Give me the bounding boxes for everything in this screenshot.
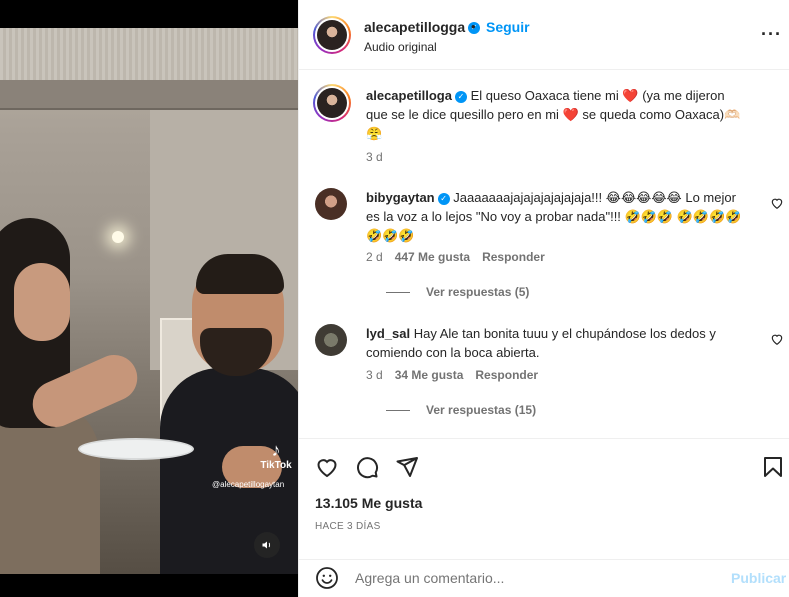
more-options-icon[interactable]: ··· [761,24,782,45]
tiktok-brand: TikTok [260,460,292,471]
like-heart-icon[interactable] [315,455,339,479]
heart-emoji-icon: ❤️ [562,107,579,122]
post-dialog: ♪ TikTok @alecapetillogaytan alecapetill… [0,0,789,597]
caption-text-1: El queso Oaxaca tiene mi [470,88,619,103]
view-replies-label[interactable]: Ver respuestas (5) [426,285,529,299]
reply-button[interactable]: Responder [475,368,538,382]
comment-text: lyd_sal Hay Ale tan bonita tuuu y el chu… [366,324,746,362]
comment-text: bibygaytan ✓ Jaaaaaaajajajajajajajaja!!! … [366,188,746,245]
comment-likes[interactable]: 34 Me gusta [395,368,464,382]
media-panel[interactable]: ♪ TikTok @alecapetillogaytan [0,0,298,597]
video-player[interactable] [0,28,298,574]
tiktok-username: @alecapetillogaytan [212,480,285,489]
comment-item: bibygaytan ✓ Jaaaaaaajajajajajajajaja!!! … [315,188,783,306]
caption-item: alecapetilloga ✓ El queso Oaxaca tiene mi… [313,84,775,172]
face-emoji-icon: 😤 [366,126,383,141]
author-avatar[interactable] [313,16,351,54]
tiktok-watermark: ♪ TikTok [256,440,296,471]
caption-username[interactable]: alecapetilloga [366,88,452,103]
video-light [112,231,124,243]
comment-username[interactable]: bibygaytan [366,190,435,205]
post-actions: 13.105 Me gusta HACE 3 DÍAS Publicar [299,438,789,597]
comment-like-icon[interactable] [770,332,784,346]
heart-emoji-icon: ❤️ [622,88,639,103]
add-comment-bar: Publicar [299,559,789,597]
post-header: alecapetillogga ✓ • Seguir Audio original… [299,0,789,70]
share-send-icon[interactable] [395,455,419,479]
header-separator: • [471,19,476,34]
video-woman-face [14,263,70,341]
comment-avatar[interactable] [315,324,347,356]
audio-original-link[interactable]: Audio original [364,40,437,54]
comment-time: 3 d [366,368,383,382]
speaker-icon [262,541,271,549]
tiktok-logo-icon: ♪ [271,440,281,460]
comment-likes[interactable]: 447 Me gusta [395,250,470,264]
hand-emoji-icon: 🫶🏻 [724,107,741,122]
replies-divider [386,291,410,293]
video-plate [78,438,194,460]
comment-body: Hay Ale tan bonita tuuu y el chupándose … [366,326,716,360]
comment-like-icon[interactable] [770,196,784,210]
rofl-emoji-icon: 🤣🤣🤣 [624,209,674,224]
comment-username[interactable]: lyd_sal [366,326,410,341]
reply-button[interactable]: Responder [482,250,545,264]
follow-button[interactable]: Seguir [486,19,530,35]
caption-text: alecapetilloga ✓ El queso Oaxaca tiene mi… [366,86,746,143]
publish-button[interactable]: Publicar [731,570,786,586]
comment-avatar[interactable] [315,188,347,220]
view-replies-button[interactable]: Ver respuestas (5) [386,285,529,299]
verified-badge-icon: ✓ [437,192,450,205]
comment-bubble-icon[interactable] [355,455,379,479]
author-username-text[interactable]: alecapetillogga [364,19,465,35]
video-cabinet [0,80,298,110]
save-bookmark-icon[interactable] [761,455,785,479]
video-ceiling [0,28,298,80]
author-username[interactable]: alecapetillogga ✓ [364,19,481,35]
comment-input[interactable] [355,570,695,586]
caption-time: 3 d [366,150,383,164]
post-date: HACE 3 DÍAS [315,521,381,532]
verified-badge-icon: ✓ [454,90,467,103]
video-man-hair [196,254,284,294]
caption-text-3: se queda como Oaxaca) [582,107,725,122]
view-replies-button[interactable]: Ver respuestas (15) [386,403,536,417]
emoji-smiley-icon[interactable] [315,566,339,590]
comment-meta: 3 d 34 Me gusta Responder [366,368,538,382]
likes-count[interactable]: 13.105 Me gusta [315,495,422,511]
caption-avatar[interactable] [313,84,351,122]
view-replies-label[interactable]: Ver respuestas (15) [426,403,536,417]
comment-meta: 2 d 447 Me gusta Responder [366,250,545,264]
laugh-emoji-icon: 😂😂😂😂😂 [605,190,682,205]
comment-time: 2 d [366,250,383,264]
comments-list[interactable]: alecapetilloga ✓ El queso Oaxaca tiene mi… [299,70,789,438]
sound-toggle-button[interactable] [254,532,280,558]
comment-text-a: Jaaaaaaajajajajajajajaja!!! [453,190,603,205]
comment-item: lyd_sal Hay Ale tan bonita tuuu y el chu… [315,324,783,424]
replies-divider [386,409,410,411]
post-side-panel: alecapetillogga ✓ • Seguir Audio original… [298,0,789,597]
